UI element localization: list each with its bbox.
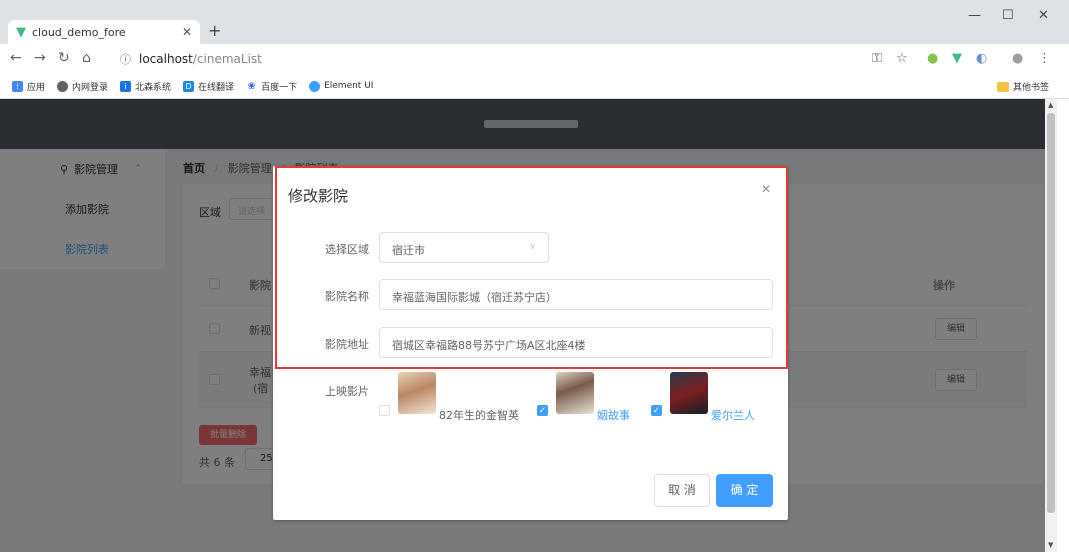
edit-cinema-dialog: 修改影院 ✕ 选择区域 宿迁市 ∨ 影院名称 幸福蓝海国际影城（宿迁苏宁店） 影… bbox=[273, 166, 788, 520]
back-icon[interactable]: ← bbox=[10, 50, 22, 66]
globe-icon bbox=[57, 80, 69, 92]
bookmark-intranet[interactable]: 内网登录 bbox=[57, 80, 108, 93]
apps-grid-icon: ⁞ bbox=[12, 80, 23, 92]
translate-icon: D bbox=[183, 80, 195, 92]
cinema-name-input[interactable]: 幸福蓝海国际影城（宿迁苏宁店） bbox=[379, 279, 773, 310]
bookmark-translate[interactable]: D 在线翻译 bbox=[183, 80, 234, 93]
close-tab-icon[interactable]: ✕ bbox=[182, 25, 192, 39]
movie-name[interactable]: 爱尔兰人 bbox=[711, 407, 755, 423]
bookmarks-bar: ⁞ 应用 内网登录 i 北森系统 D 在线翻译 ❀ 百度一下 Element U… bbox=[0, 74, 1069, 99]
url-field[interactable]: ⓘ localhost/cinemaList bbox=[120, 48, 890, 70]
forward-icon[interactable]: → bbox=[34, 50, 46, 66]
bookmark-apps[interactable]: ⁞ 应用 bbox=[12, 80, 45, 93]
reload-icon[interactable]: ↻ bbox=[58, 50, 70, 66]
region-label: 选择区域 bbox=[325, 243, 369, 256]
other-bookmarks[interactable]: 其他书签 bbox=[996, 80, 1049, 93]
bookmark-label: Element UI bbox=[324, 81, 374, 91]
window-close-icon[interactable]: ✕ bbox=[1038, 8, 1049, 23]
home-icon[interactable]: ⌂ bbox=[82, 50, 91, 66]
region-select[interactable]: 宿迁市 ∨ bbox=[379, 232, 549, 263]
bookmark-label: 百度一下 bbox=[261, 82, 298, 93]
browser-tabstrip: ▼ cloud_demo_fore ✕ + — ☐ ✕ bbox=[0, 0, 1069, 44]
dialog-title: 修改影院 bbox=[288, 187, 349, 205]
maximize-icon[interactable]: ☐ bbox=[1002, 8, 1014, 23]
region-value: 宿迁市 bbox=[392, 244, 425, 257]
vue-devtools-icon[interactable]: ▼ bbox=[952, 51, 962, 66]
movie-name[interactable]: 姻故事 bbox=[597, 407, 630, 423]
vue-logo-icon: ▼ bbox=[16, 24, 26, 40]
new-tab-button[interactable]: + bbox=[208, 21, 221, 40]
other-bookmarks-label: 其他书签 bbox=[1012, 83, 1049, 93]
url-host: localhost bbox=[139, 52, 193, 66]
movie-checkbox[interactable]: ✓ bbox=[537, 405, 548, 416]
name-label: 影院名称 bbox=[325, 290, 369, 303]
movies-label: 上映影片 bbox=[325, 385, 369, 398]
tab-title: cloud_demo_fore bbox=[32, 25, 126, 39]
movie-poster bbox=[398, 372, 436, 414]
address-label: 影院地址 bbox=[325, 338, 369, 351]
cinema-address-input[interactable]: 宿城区幸福路88号苏宁广场A区北座4楼 bbox=[379, 327, 773, 358]
close-icon[interactable]: ✕ bbox=[761, 182, 771, 196]
scroll-up-icon[interactable]: ▲ bbox=[1048, 101, 1053, 109]
bookmark-label: 在线翻译 bbox=[198, 82, 235, 93]
movie-checkbox[interactable]: ✓ bbox=[651, 405, 662, 416]
browser-tab[interactable]: ▼ cloud_demo_fore ✕ bbox=[8, 20, 200, 44]
key-icon[interactable]: ⚿ bbox=[872, 51, 882, 66]
bookmark-baidu[interactable]: ❀ 百度一下 bbox=[246, 80, 297, 93]
bookmark-label: 内网登录 bbox=[72, 82, 109, 93]
chevron-down-icon: ∨ bbox=[529, 242, 536, 252]
bookmark-beisen[interactable]: i 北森系统 bbox=[120, 80, 171, 93]
element-ui-icon bbox=[309, 80, 321, 92]
confirm-button[interactable]: 确 定 bbox=[716, 474, 773, 507]
bookmark-label: 北森系统 bbox=[135, 82, 172, 93]
beisen-icon: i bbox=[120, 80, 132, 92]
movie-checkbox[interactable] bbox=[379, 405, 390, 416]
folder-icon bbox=[996, 81, 1009, 92]
page-scrollbar[interactable]: ▲ ▼ bbox=[1045, 99, 1057, 552]
address-bar: ← → ↻ ⌂ ⓘ localhost/cinemaList ⚿ ☆ ● ▼ ◐… bbox=[0, 44, 1069, 74]
info-icon[interactable]: ⓘ bbox=[120, 51, 131, 67]
extension-icon[interactable]: ● bbox=[927, 51, 938, 66]
scrollbar-thumb[interactable] bbox=[1047, 113, 1055, 513]
movie-poster bbox=[556, 372, 594, 414]
url-path: /cinemaList bbox=[192, 52, 262, 66]
minimize-icon[interactable]: — bbox=[968, 8, 981, 23]
baidu-paw-icon: ❀ bbox=[247, 80, 256, 92]
scroll-down-icon[interactable]: ▼ bbox=[1048, 541, 1053, 549]
bookmark-label: 应用 bbox=[27, 82, 46, 93]
bookmark-element-ui[interactable]: Element UI bbox=[309, 80, 374, 92]
movie-name[interactable]: 82年生的金智英 bbox=[439, 407, 519, 423]
cancel-button[interactable]: 取 消 bbox=[654, 474, 710, 507]
menu-dots-icon[interactable]: ⋮ bbox=[1038, 51, 1051, 66]
movie-poster bbox=[670, 372, 708, 414]
profile-icon[interactable]: ● bbox=[1012, 51, 1023, 66]
extension-2-icon[interactable]: ◐ bbox=[976, 51, 987, 66]
star-icon[interactable]: ☆ bbox=[896, 51, 908, 66]
window-edge bbox=[1057, 99, 1069, 552]
